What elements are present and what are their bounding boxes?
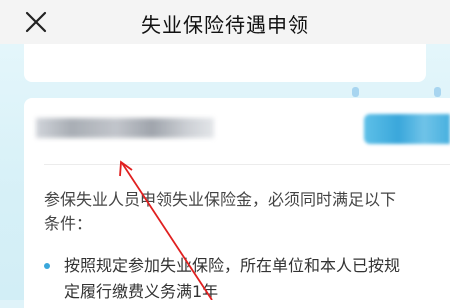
card-divider [44, 164, 450, 165]
card-connector-dot [352, 87, 359, 97]
top-nav-bar: 失业保险待遇申领 [0, 0, 450, 44]
card-connector-dot [434, 87, 441, 97]
condition-item-line1: 按照规定参加失业保险，所在单位和本人已按规 [64, 256, 401, 275]
condition-item-line2: 定履行缴费义务满1年 [64, 282, 219, 301]
list-bullet [44, 263, 50, 269]
previous-card-bottom [24, 44, 426, 82]
redacted-name [36, 118, 214, 138]
page-title: 失业保险待遇申领 [141, 13, 309, 37]
intro-text-line2: 条件： [44, 214, 93, 233]
redacted-status-badge[interactable] [364, 114, 450, 144]
intro-text-line1: 参保失业人员申领失业保险金，必须同时满足以下 [44, 190, 397, 209]
